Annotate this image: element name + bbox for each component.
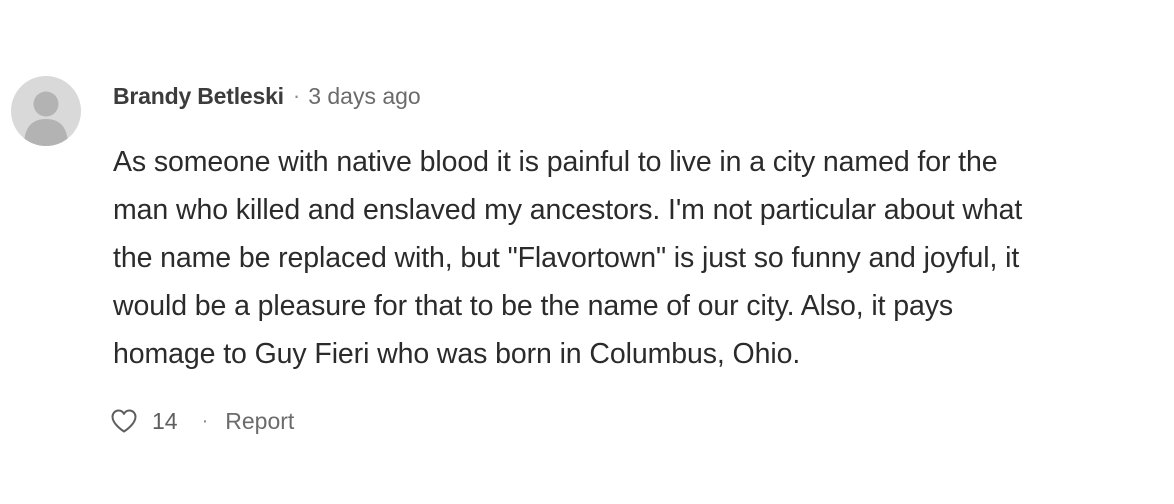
comment-body-line: As someone with native blood it is painf… <box>113 146 998 178</box>
author-name[interactable]: Brandy Betleski <box>113 83 284 110</box>
like-count: 14 <box>152 407 178 434</box>
comment-body-line: man who killed and enslaved my ancestors… <box>113 194 1023 226</box>
comment-body-line: would be a pleasure for that to be the n… <box>113 290 954 322</box>
like-button[interactable]: 14 <box>110 408 178 435</box>
comment-timestamp[interactable]: 3 days ago <box>308 83 421 110</box>
comment-body-line: the name be replaced with, but "Flavorto… <box>113 242 1020 274</box>
comment-body: As someone with native blood it is painf… <box>113 138 1153 378</box>
heart-icon <box>111 409 137 433</box>
meta-separator: · <box>292 83 301 108</box>
user-placeholder-icon <box>24 91 68 146</box>
comment-actions: 14 · Report <box>110 404 294 438</box>
report-link[interactable]: Report <box>225 408 294 435</box>
comment-body-line: homage to Guy Fieri who was born in Colu… <box>113 338 801 370</box>
comment-card: Brandy Betleski · 3 days ago As someone … <box>0 0 1174 504</box>
comment-meta: Brandy Betleski · 3 days ago <box>113 80 421 112</box>
avatar[interactable] <box>11 76 81 146</box>
action-separator: · <box>201 409 209 432</box>
